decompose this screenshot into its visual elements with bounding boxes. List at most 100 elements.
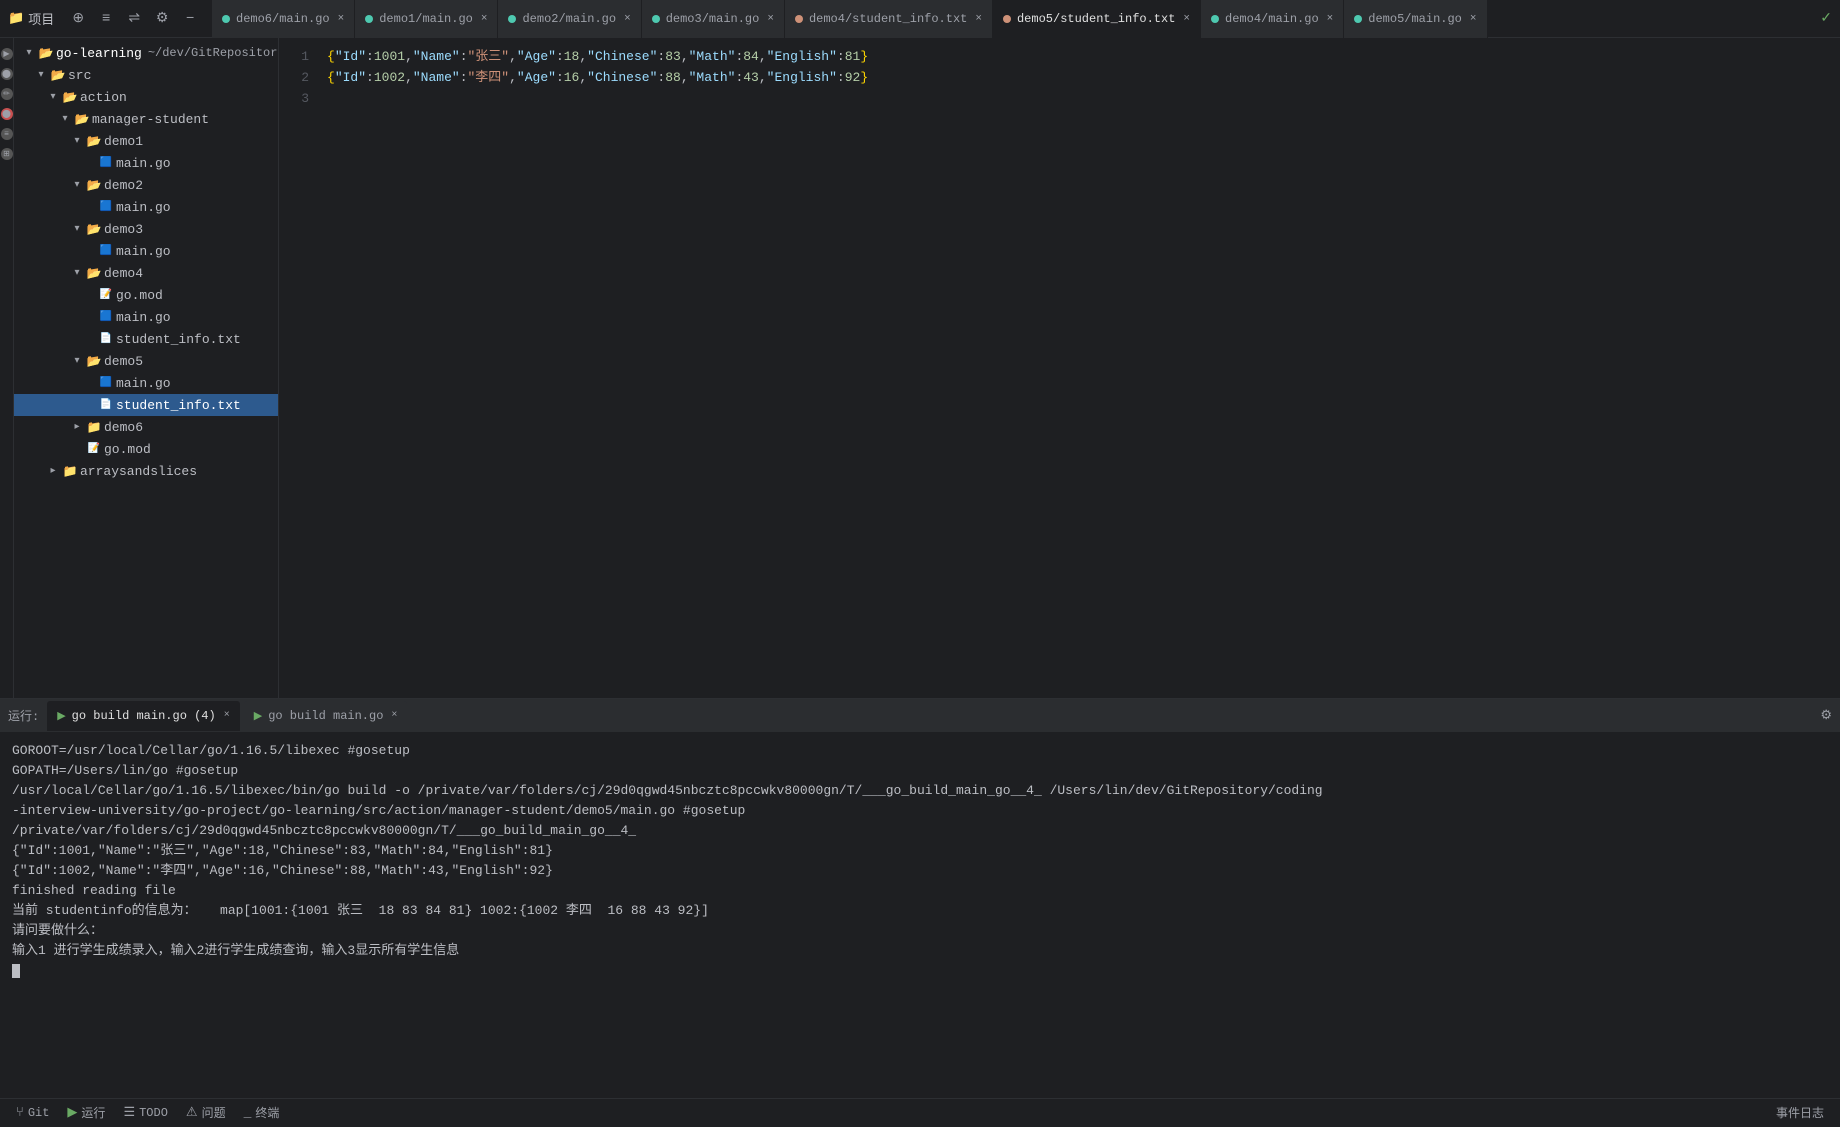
tree-item-label: main.go xyxy=(116,310,171,325)
split-icon[interactable]: ⇌ xyxy=(124,9,144,29)
tree-item-label: src xyxy=(68,68,91,83)
tree-item-manager-student[interactable]: 📂manager-student xyxy=(14,108,278,130)
run-tab-rt2[interactable]: ▶go build main.go× xyxy=(244,701,408,731)
tree-item-arraysandslices[interactable]: 📁arraysandslices xyxy=(14,460,278,482)
tree-item-label: student_info.txt xyxy=(116,398,241,413)
terminal-line: GOPATH=/Users/lin/go #gosetup xyxy=(12,761,1828,781)
tab-label: demo4/student_info.txt xyxy=(809,12,967,26)
project-label[interactable]: 📁 项目 xyxy=(8,9,54,28)
code-lines: {"Id":1001,"Name":"张三","Age":18,"Chinese… xyxy=(319,38,1840,698)
run-tab-rt1[interactable]: ▶go build main.go (4)× xyxy=(47,701,240,731)
tree-item-demo4-main[interactable]: 🟦main.go xyxy=(14,306,278,328)
tab-label: demo4/main.go xyxy=(1225,12,1319,26)
git-icon: ⑂ xyxy=(16,1105,24,1120)
code-line xyxy=(327,88,1840,109)
tree-item-demo4-gomod[interactable]: 📝go.mod xyxy=(14,284,278,306)
tab-close-btn[interactable]: × xyxy=(1327,13,1334,25)
code-content[interactable]: 123 {"Id":1001,"Name":"张三","Age":18,"Chi… xyxy=(279,38,1840,698)
go-file-icon: 🟦 xyxy=(98,244,114,258)
tree-item-demo4-txt[interactable]: 📄student_info.txt xyxy=(14,328,278,350)
tree-item-demo1-main[interactable]: 🟦main.go xyxy=(14,152,278,174)
panel-settings-icon[interactable]: ⚙ xyxy=(1820,708,1832,723)
list-icon[interactable]: ≡ xyxy=(1,128,13,140)
tree-item-label: go.mod xyxy=(104,442,151,457)
tree-item-demo5-txt[interactable]: 📄student_info.txt xyxy=(14,394,278,416)
run-tab-close[interactable]: × xyxy=(391,710,397,721)
tree-item-demo1[interactable]: 📂demo1 xyxy=(14,130,278,152)
line-numbers: 123 xyxy=(279,38,319,698)
tab-file-icon xyxy=(365,15,373,23)
editor-tab-t6[interactable]: demo5/student_info.txt× xyxy=(993,0,1201,38)
status-terminal[interactable]: _ 终端 xyxy=(236,1099,288,1127)
tree-item-demo6[interactable]: 📁demo6 xyxy=(14,416,278,438)
tab-label: demo1/main.go xyxy=(379,12,473,26)
tree-item-action[interactable]: 📂action xyxy=(14,86,278,108)
tab-close-btn[interactable]: × xyxy=(338,13,345,25)
tab-close-btn[interactable]: × xyxy=(481,13,488,25)
tree-item-demo3[interactable]: 📂demo3 xyxy=(14,218,278,240)
terminal[interactable]: GOROOT=/usr/local/Cellar/go/1.16.5/libex… xyxy=(0,733,1840,1098)
terminal-cursor-line xyxy=(12,961,1828,981)
editor-tab-t4[interactable]: demo3/main.go× xyxy=(642,0,785,38)
folder-chevron xyxy=(70,222,84,236)
tab-close-btn[interactable]: × xyxy=(624,13,631,25)
layers-icon[interactable]: ≡ xyxy=(96,9,116,29)
edit-icon[interactable]: ✏ xyxy=(1,88,13,100)
tree-item-src[interactable]: 📂src xyxy=(14,64,278,86)
status-event-log[interactable]: 事件日志 xyxy=(1768,1099,1832,1127)
folder-chevron xyxy=(70,134,84,148)
tab-close-btn[interactable]: × xyxy=(1470,13,1477,25)
run-tab-close[interactable]: × xyxy=(224,710,230,721)
tree-item-label: main.go xyxy=(116,244,171,259)
tree-item-label: action xyxy=(80,90,127,105)
tree-item-demo2[interactable]: 📂demo2 xyxy=(14,174,278,196)
status-problems[interactable]: ⚠ 问题 xyxy=(178,1099,234,1127)
tree-item-demo5-main[interactable]: 🟦main.go xyxy=(14,372,278,394)
globe-icon[interactable]: ⊕ xyxy=(68,9,88,29)
terminal-line: GOROOT=/usr/local/Cellar/go/1.16.5/libex… xyxy=(12,741,1828,761)
debug-icon[interactable]: ⬤ xyxy=(1,68,13,80)
minimize-icon[interactable]: − xyxy=(180,9,200,29)
go-file-icon: 🟦 xyxy=(98,310,114,324)
tree-item-demo4[interactable]: 📂demo4 xyxy=(14,262,278,284)
status-git[interactable]: ⑂ Git xyxy=(8,1099,57,1127)
checkmark-icon: ✓ xyxy=(1820,10,1832,27)
main-area: ▶ ⬤ ✏ ⬤ ≡ ⊞ 📂 go-learning ~/dev/GitRepos… xyxy=(0,38,1840,698)
editor-tab-t1[interactable]: demo6/main.go× xyxy=(212,0,355,38)
status-todo[interactable]: ☰ TODO xyxy=(115,1099,175,1127)
tree-item-demo5[interactable]: 📂demo5 xyxy=(14,350,278,372)
folder-icon: 📁 xyxy=(62,464,78,478)
tree-root[interactable]: 📂 go-learning ~/dev/GitRepository/c xyxy=(14,42,278,64)
tree-item-label: demo5 xyxy=(104,354,143,369)
tab-close-btn[interactable]: × xyxy=(767,13,774,25)
left-action-icons: ▶ ⬤ ✏ ⬤ ≡ ⊞ xyxy=(0,38,14,698)
root-path: ~/dev/GitRepository/c xyxy=(148,46,279,60)
tree-item-demo2-main[interactable]: 🟦main.go xyxy=(14,196,278,218)
line-number: 3 xyxy=(279,88,309,109)
go-file-icon: 🟦 xyxy=(98,156,114,170)
tree-item-demo3-main[interactable]: 🟦main.go xyxy=(14,240,278,262)
tree-item-go-mod[interactable]: 📝go.mod xyxy=(14,438,278,460)
folder-chevron xyxy=(70,354,84,368)
folder-icon: 📂 xyxy=(86,134,102,148)
editor-tab-t2[interactable]: demo1/main.go × xyxy=(355,0,498,38)
editor-tab-t3[interactable]: demo2/main.go × xyxy=(498,0,641,38)
tab-close-btn[interactable]: × xyxy=(1183,13,1190,25)
tab-file-icon xyxy=(652,15,660,23)
tab-file-icon xyxy=(1211,15,1219,23)
grid-icon[interactable]: ⊞ xyxy=(1,148,13,160)
editor-tab-t7[interactable]: demo4/main.go × xyxy=(1201,0,1344,38)
settings-icon[interactable]: ⚙ xyxy=(152,9,172,29)
go-file-icon: 🟦 xyxy=(98,200,114,214)
status-run[interactable]: ▶ 运行 xyxy=(59,1099,113,1127)
tree-item-label: manager-student xyxy=(92,112,209,127)
txt-file-icon: 📄 xyxy=(98,398,114,412)
error-icon[interactable]: ⬤ xyxy=(1,108,13,120)
terminal-line: finished reading file xyxy=(12,881,1828,901)
run-icon[interactable]: ▶ xyxy=(1,48,13,60)
tab-close-btn[interactable]: × xyxy=(975,13,982,25)
tab-label: demo2/main.go xyxy=(522,12,616,26)
root-folder-icon: 📂 xyxy=(38,46,54,60)
editor-tab-t8[interactable]: demo5/main.go× xyxy=(1344,0,1487,38)
editor-tab-t5[interactable]: demo4/student_info.txt × xyxy=(785,0,993,38)
